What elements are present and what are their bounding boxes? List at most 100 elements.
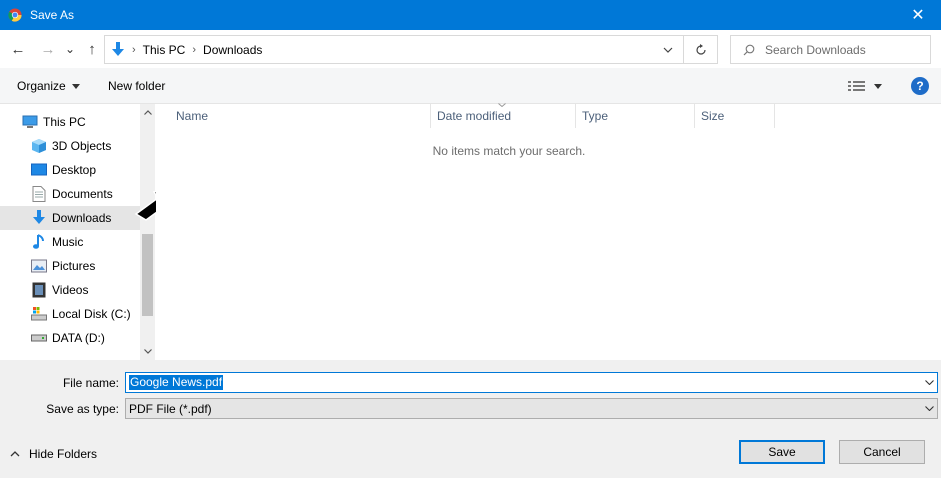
sidebar-item-music[interactable]: Music [0,230,140,254]
sidebar-item-videos[interactable]: Videos [0,278,140,302]
sidebar-item-pictures[interactable]: Pictures [0,254,140,278]
scroll-up-button[interactable] [140,104,155,121]
search-box[interactable]: Search Downloads [730,35,931,64]
up-arrow-icon: ↑ [88,40,96,58]
sort-indicator-icon [498,103,506,107]
navigation-pane: This PC 3D Objects Desktop Documents Dow… [0,104,140,360]
new-folder-button[interactable]: New folder [108,68,165,104]
sidebar-item-data-drive[interactable]: DATA (D:) [0,326,140,350]
breadcrumb-downloads[interactable]: Downloads [203,43,262,57]
sidebar-item-label: Downloads [52,211,112,225]
scroll-thumb[interactable] [142,234,153,316]
sidebar-item-documents[interactable]: Documents [0,182,140,206]
music-icon [31,234,47,250]
column-header-name[interactable]: Name [156,104,431,128]
disk-icon [31,306,47,322]
download-icon [31,210,47,226]
sidebar-item-label: Local Disk (C:) [52,307,131,321]
pictures-icon [31,258,47,274]
close-button[interactable]: ✕ [895,0,941,30]
sidebar-item-label: Pictures [52,259,96,273]
sidebar-item-label: Desktop [52,163,97,177]
hide-folders-button[interactable]: Hide Folders [10,444,97,464]
sidebar-item-downloads[interactable]: Downloads [0,206,140,230]
column-label: Type [582,109,609,123]
breadcrumb-separator: › [192,43,197,56]
window-title: Save As [30,8,75,22]
hide-folders-label: Hide Folders [29,447,98,461]
empty-message: No items match your search. [432,144,586,158]
save-form: File name: Google News.pdf Save as type:… [0,360,941,478]
chevron-down-icon [924,380,934,385]
save-type-select[interactable]: PDF File (*.pdf) [125,398,938,419]
recent-locations-button[interactable]: ⌄ [62,30,78,68]
chevron-up-icon [10,451,20,457]
chevron-down-icon [663,47,673,53]
document-icon [31,186,47,202]
scroll-down-button[interactable] [140,343,155,360]
sidebar-item-label: Documents [52,187,113,201]
organize-button[interactable]: Organize [17,68,80,104]
column-label: Size [701,109,725,123]
address-dropdown[interactable] [653,36,683,63]
sidebar-item-3d-objects[interactable]: 3D Objects [0,134,140,158]
breadcrumb-this-pc[interactable]: This PC [143,43,186,57]
save-type-value: PDF File (*.pdf) [129,401,212,416]
chevron-up-icon [143,110,152,115]
chevron-down-icon [924,406,934,411]
caret-down-icon [71,83,80,89]
desktop-icon [31,162,47,178]
column-header-type[interactable]: Type [576,104,695,128]
column-label: Date modified [437,109,512,123]
sidebar-item-label: Videos [52,283,89,297]
back-button[interactable]: ← [6,30,30,68]
cancel-button-label: Cancel [863,445,901,459]
address-bar[interactable]: › This PC › Downloads [104,35,684,64]
command-toolbar: Organize New folder ? [0,68,941,104]
sidebar-item-local-disk[interactable]: Local Disk (C:) [0,302,140,326]
breadcrumb-separator: › [132,43,136,56]
computer-icon [22,114,38,130]
navigation-bar: ← → ⌄ ↑ › This PC › Downloads Search Dow… [0,30,941,68]
drive-icon [31,330,47,346]
save-button[interactable]: Save [739,440,825,464]
back-arrow-icon: ← [10,40,26,58]
up-button[interactable]: ↑ [82,30,102,68]
forward-arrow-icon: → [40,40,56,58]
view-list-icon [848,81,865,91]
download-icon [112,41,124,56]
column-header-date-modified[interactable]: Date modified [431,104,576,128]
navigation-pane-scrollbar[interactable] [140,104,155,360]
chevron-down-icon: ⌄ [64,42,76,56]
file-name-field[interactable]: Google News.pdf [125,372,938,393]
search-icon [743,44,755,55]
sidebar-item-label: 3D Objects [52,139,112,153]
new-folder-label: New folder [108,79,166,93]
save-type-dropdown[interactable] [921,399,937,418]
forward-button[interactable]: → [36,30,60,68]
file-name-label: File name: [62,376,119,390]
file-name-dropdown[interactable] [921,373,937,392]
refresh-button[interactable] [684,35,718,64]
refresh-icon [695,43,706,55]
sidebar-item-label: Music [52,235,84,249]
cancel-button[interactable]: Cancel [839,440,925,464]
sidebar-item-label: This PC [43,115,86,129]
save-button-label: Save [768,445,796,459]
chrome-icon [8,8,22,22]
title-bar: Save As ✕ [0,0,941,30]
file-name-input[interactable]: Google News.pdf [129,375,224,390]
view-options-button[interactable] [848,68,882,104]
column-label: Name [176,109,209,123]
close-icon: ✕ [911,7,925,24]
search-input[interactable]: Search Downloads [765,43,866,57]
sidebar-item-this-pc[interactable]: This PC [0,110,140,134]
help-button[interactable]: ? [911,77,929,95]
column-header-size[interactable]: Size [695,104,775,128]
cube-icon [31,138,47,154]
sidebar-item-desktop[interactable]: Desktop [0,158,140,182]
videos-icon [31,282,47,298]
save-type-label: Save as type: [46,402,119,416]
organize-label: Organize [17,79,66,93]
help-icon: ? [916,79,924,93]
